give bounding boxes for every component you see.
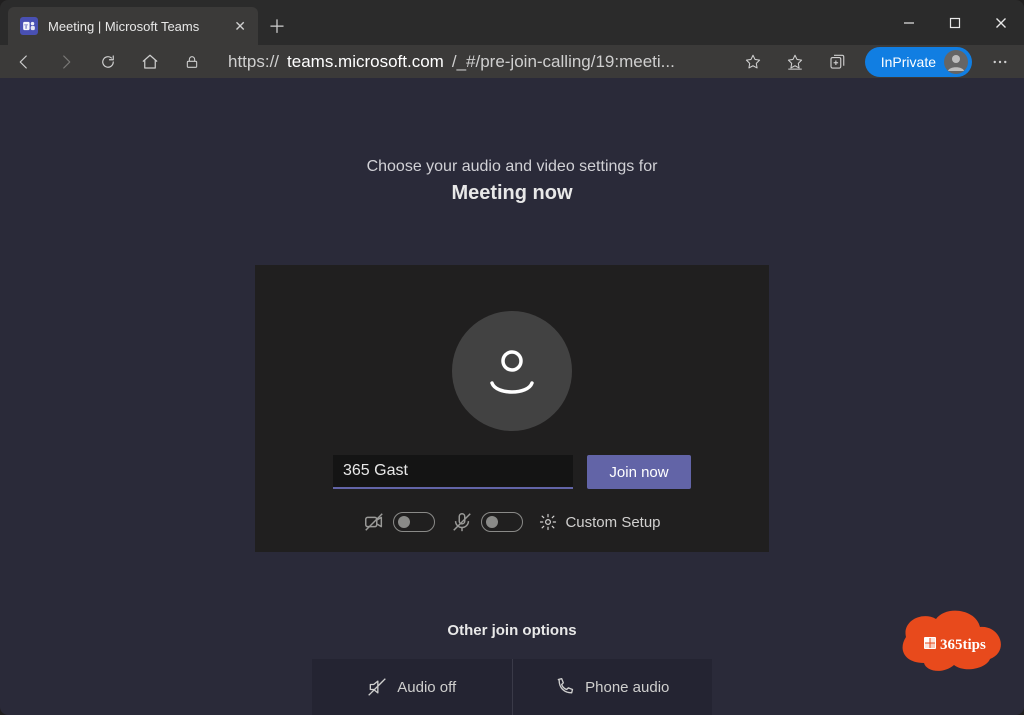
url-scheme: https:// xyxy=(228,52,279,72)
minimize-button[interactable] xyxy=(886,0,932,45)
watermark-badge[interactable]: 365tips xyxy=(894,607,1006,675)
browser-tab[interactable]: T Meeting | Microsoft Teams ✕ xyxy=(8,7,258,45)
watermark-text: 365tips xyxy=(940,637,986,653)
inprivate-label: InPrivate xyxy=(881,54,936,70)
tab-title: Meeting | Microsoft Teams xyxy=(48,19,199,34)
audio-off-label: Audio off xyxy=(397,679,456,696)
url-path: /_#/pre-join-calling/19:meeti... xyxy=(452,52,675,72)
svg-text:T: T xyxy=(24,24,28,30)
custom-setup-button[interactable]: Custom Setup xyxy=(539,513,660,531)
close-window-button[interactable] xyxy=(978,0,1024,45)
titlebar: T Meeting | Microsoft Teams ✕ ＋ xyxy=(0,0,1024,45)
refresh-button[interactable] xyxy=(94,48,122,76)
home-button[interactable] xyxy=(136,48,164,76)
phone-icon xyxy=(555,677,575,697)
url-host: teams.microsoft.com xyxy=(287,52,444,72)
phone-audio-label: Phone audio xyxy=(585,679,669,696)
gear-icon xyxy=(539,513,557,531)
teams-prejoin-page: Choose your audio and video settings for… xyxy=(0,78,1024,715)
custom-setup-label: Custom Setup xyxy=(565,514,660,531)
mic-off-icon xyxy=(451,511,473,533)
window-controls xyxy=(886,0,1024,45)
other-join-options: Audio off Phone audio xyxy=(312,659,712,715)
camera-toggle-group xyxy=(363,511,435,533)
name-join-row: Join now xyxy=(333,455,691,489)
profile-avatar-icon xyxy=(944,50,968,74)
other-join-label: Other join options xyxy=(447,622,576,639)
prejoin-subtitle: Choose your audio and video settings for xyxy=(367,158,658,176)
navbar: https:// teams.microsoft.com /_#/pre-join-… xyxy=(0,45,1024,78)
favorite-star-icon[interactable] xyxy=(739,48,767,76)
browser-window: T Meeting | Microsoft Teams ✕ ＋ xyxy=(0,0,1024,715)
device-row: Custom Setup xyxy=(363,511,660,533)
titlebar-spacer xyxy=(296,0,886,45)
more-menu-button[interactable] xyxy=(986,48,1014,76)
audio-off-option[interactable]: Audio off xyxy=(312,659,512,715)
lock-icon[interactable] xyxy=(178,48,206,76)
maximize-button[interactable] xyxy=(932,0,978,45)
close-tab-icon[interactable]: ✕ xyxy=(234,18,246,35)
inprivate-indicator[interactable]: InPrivate xyxy=(865,47,972,77)
forward-button[interactable] xyxy=(52,48,80,76)
camera-toggle[interactable] xyxy=(393,512,435,532)
collections-icon[interactable] xyxy=(823,48,851,76)
avatar-placeholder xyxy=(452,311,572,431)
address-bar[interactable]: https:// teams.microsoft.com /_#/pre-join-… xyxy=(220,52,725,72)
phone-audio-option[interactable]: Phone audio xyxy=(512,659,713,715)
video-preview-card: Join now xyxy=(255,265,769,552)
join-now-button[interactable]: Join now xyxy=(587,455,691,489)
favorites-bar-icon[interactable] xyxy=(781,48,809,76)
mic-toggle-group xyxy=(451,511,523,533)
teams-icon: T xyxy=(20,17,38,35)
back-button[interactable] xyxy=(10,48,38,76)
camera-off-icon xyxy=(363,511,385,533)
speaker-off-icon xyxy=(367,677,387,697)
prejoin-title: Meeting now xyxy=(451,182,572,205)
mic-toggle[interactable] xyxy=(481,512,523,532)
name-input[interactable] xyxy=(333,455,573,489)
new-tab-button[interactable]: ＋ xyxy=(258,7,296,45)
